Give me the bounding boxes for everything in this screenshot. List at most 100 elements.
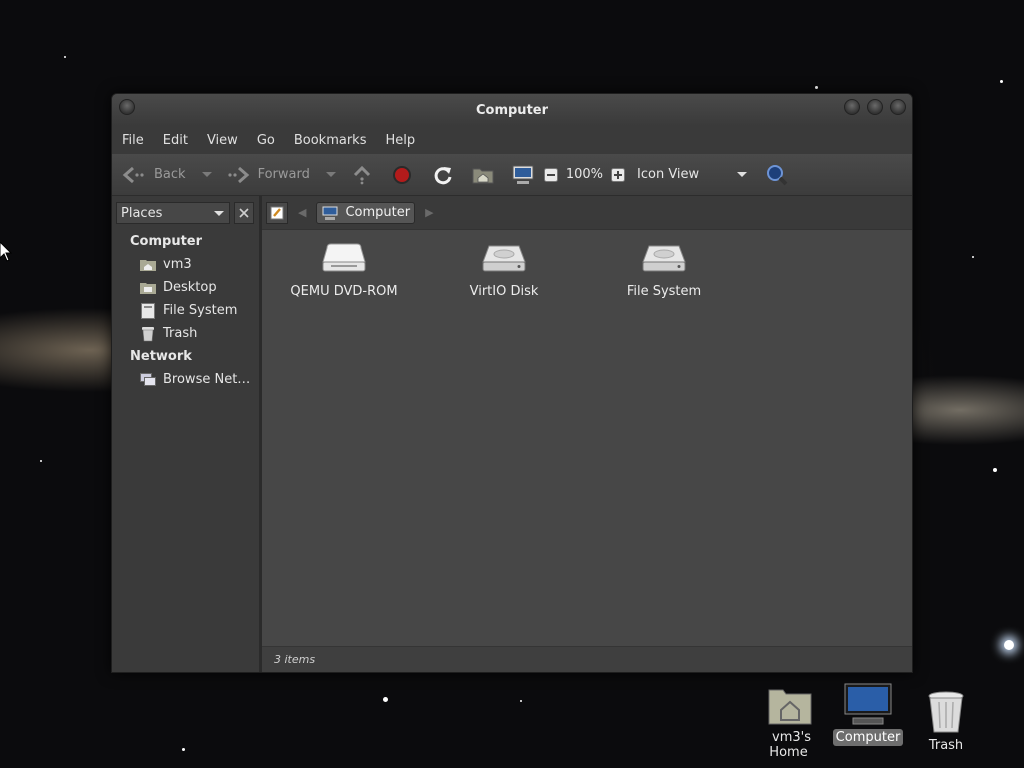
forward-button[interactable]: Forward [226,165,310,185]
close-sidebar-button[interactable] [234,202,254,224]
filesystem-icon [140,302,156,319]
desktop-icon-home[interactable]: vm3's Home [750,684,830,760]
sidebar-item-label: Browse Net… [163,372,251,387]
menu-go[interactable]: Go [257,133,275,148]
location-bar: ◀ Computer ▶ [262,196,912,230]
stop-icon[interactable] [392,165,412,185]
star [182,748,185,751]
up-icon[interactable] [352,165,372,185]
home-folder-icon [140,257,156,273]
forward-arrow-icon [227,166,249,183]
back-history-dropdown[interactable] [201,172,212,177]
view-mode-label: Icon View [637,167,700,182]
computer-icon[interactable] [512,164,534,186]
file-item-label: QEMU DVD-ROM [290,284,398,299]
menu-help[interactable]: Help [385,133,415,148]
toggle-location-entry-button[interactable] [266,201,288,224]
menu-view[interactable]: View [207,133,238,148]
back-label: Back [154,167,186,182]
forward-label: Forward [257,167,310,182]
zoom-out-icon[interactable] [543,167,558,182]
optical-drive-icon [322,243,366,272]
toolbar: Back Forward 100% Icon View [112,154,912,196]
hard-disk-icon [642,245,686,272]
sidebar-item-label: Desktop [163,280,217,295]
star [520,700,522,702]
window-menu-button[interactable] [119,99,135,115]
edit-pencil-icon [270,206,284,219]
breadcrumb-computer[interactable]: Computer [316,201,416,224]
star [993,468,997,472]
star [1004,640,1014,650]
sidebar: Places Computer vm3 Desktop File System … [112,196,262,672]
close-icon [239,208,249,218]
file-item-qemu-dvd-rom[interactable]: QEMU DVD-ROM [269,242,419,299]
desktop-icon-trash[interactable]: Trash [916,690,976,753]
file-item-label: VirtIO Disk [469,284,539,299]
path-scroll-left-icon[interactable]: ◀ [298,206,306,219]
file-item-file-system[interactable]: File System [589,242,739,299]
desktop-icon-label: vm3's Home [769,730,811,760]
reload-icon[interactable] [432,164,454,186]
chevron-down-icon [214,210,224,216]
main-area: Places Computer vm3 Desktop File System … [112,196,912,672]
trash-icon [140,326,156,342]
mouse-cursor-icon [0,242,12,262]
sidebar-item-file-system[interactable]: File System [112,299,259,322]
star [972,256,974,258]
breadcrumb-label: Computer [345,205,411,220]
home-folder-icon [768,689,812,725]
hard-disk-icon [482,245,526,272]
star [383,697,388,702]
computer-icon [321,205,339,220]
sidebar-item-label: Trash [163,326,198,341]
desktop-icon-computer[interactable]: Computer [832,682,904,746]
back-arrow-icon [122,166,144,183]
network-icon [140,372,156,388]
star [815,86,818,89]
section-heading-computer: Computer [130,234,203,249]
sidebar-item-browse-network[interactable]: Browse Net… [112,368,259,391]
trash-icon [928,691,964,733]
minimize-button[interactable] [844,99,860,115]
menu-bookmarks[interactable]: Bookmarks [294,133,367,148]
menu-bar: File Edit View Go Bookmarks Help [112,126,912,154]
menu-file[interactable]: File [122,133,144,148]
view-mode-select[interactable]: Icon View [637,167,748,182]
places-combo-label: Places [121,205,163,221]
forward-history-dropdown[interactable] [325,172,336,177]
file-manager-window: Computer File Edit View Go Bookmarks Hel… [111,93,913,673]
path-scroll-right-icon[interactable]: ▶ [425,206,433,219]
home-folder-icon[interactable] [472,165,494,185]
file-item-label: File System [626,284,702,299]
computer-icon [844,683,892,725]
star [1000,80,1003,83]
sidebar-item-label: File System [163,303,238,318]
back-button[interactable]: Back [122,165,186,185]
desktop-icon-label: Computer [832,729,904,746]
desktop-folder-icon [140,280,156,296]
close-button[interactable] [890,99,906,115]
places-combo[interactable]: Places [116,202,230,224]
zoom-level[interactable]: 100% [566,167,603,182]
search-icon[interactable] [765,163,789,187]
content-pane: ◀ Computer ▶ QEMU DVD-ROM VirtIO Disk Fi… [262,196,912,672]
sidebar-item-label: vm3 [163,257,192,272]
title-bar[interactable]: Computer [112,94,912,126]
desktop-icon-label: Trash [928,738,964,753]
sidebar-item-vm3[interactable]: vm3 [112,253,259,276]
zoom-in-icon[interactable] [611,167,626,182]
maximize-button[interactable] [867,99,883,115]
menu-edit[interactable]: Edit [163,133,188,148]
star [64,56,66,58]
section-heading-network: Network [130,349,192,364]
places-header: Places [112,196,259,230]
status-text: 3 items [274,653,316,666]
chevron-down-icon [737,172,748,177]
star [40,460,42,462]
window-title: Computer [475,102,549,118]
sidebar-item-trash[interactable]: Trash [112,322,259,345]
sidebar-item-desktop[interactable]: Desktop [112,276,259,299]
file-item-virtio-disk[interactable]: VirtIO Disk [429,242,579,299]
status-bar: 3 items [262,646,912,672]
